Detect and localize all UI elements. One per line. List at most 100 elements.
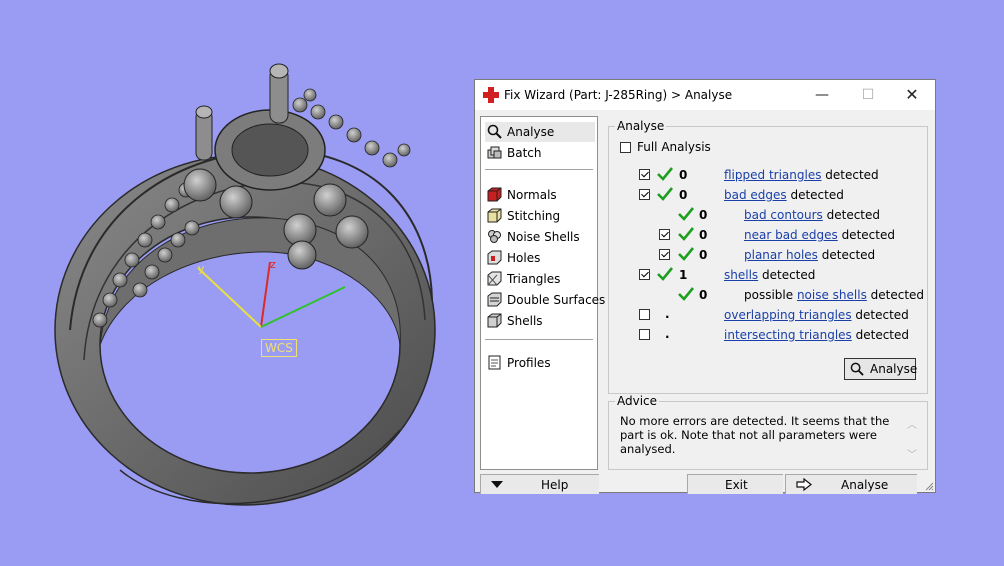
nav-item-profiles[interactable]: Profiles — [485, 353, 595, 373]
check-ok-icon — [657, 187, 673, 201]
maximize-button[interactable]: ☐ — [845, 80, 891, 110]
flipped-triangles-link[interactable]: flipped triangles — [724, 168, 821, 182]
near-bad-edges-row: near bad edges detected — [744, 228, 895, 242]
nav-item-batch[interactable]: Batch — [485, 143, 595, 163]
bad-edges-link[interactable]: bad edges — [724, 188, 787, 202]
wizard-nav: Analyse Batch Normals Stitching Noise Sh… — [480, 116, 605, 470]
minimize-button[interactable]: — — [799, 80, 845, 110]
row-prefix: possible — [744, 288, 797, 302]
nav-item-label: Triangles — [507, 272, 561, 286]
wcs-label: WCS — [261, 339, 297, 357]
bad-edges-count: 0 — [679, 188, 688, 202]
near-bad-edges-count: 0 — [699, 228, 708, 242]
bad-edges-row: bad edges detected — [724, 188, 844, 202]
help-label: Help — [541, 478, 569, 492]
bad-contours-row: bad contours detected — [744, 208, 880, 222]
near-bad-edges-checkbox[interactable] — [659, 229, 670, 240]
ring-model[interactable] — [0, 0, 470, 563]
nav-item-label: Stitching — [507, 209, 561, 223]
overlapping-triangles-checkbox[interactable] — [639, 309, 650, 320]
cube-red-icon — [487, 187, 502, 202]
near-bad-edges-link[interactable]: near bad edges — [744, 228, 838, 242]
nav-item-label: Analyse — [507, 125, 555, 139]
flipped-triangles-count: 0 — [679, 168, 688, 182]
close-button[interactable]: ✕ — [889, 80, 935, 110]
row-suffix: detected — [837, 228, 895, 242]
nav-item-stitching[interactable]: Stitching — [485, 206, 595, 226]
intersecting-triangles-checkbox[interactable] — [639, 329, 650, 340]
flipped-triangles-row: flipped triangles detected — [724, 168, 879, 182]
bad-contours-count: 0 — [699, 208, 708, 222]
double-surfaces-icon — [487, 292, 502, 307]
intersecting-triangles-link[interactable]: intersecting triangles — [724, 328, 852, 342]
advice-group: Advice No more errors are detected. It s… — [608, 394, 928, 470]
resize-grip-icon[interactable] — [924, 481, 934, 491]
analyse-group: Analyse Full Analysis 0 flipped triangle… — [608, 119, 928, 394]
nav-item-label: Batch — [507, 146, 542, 160]
nav-item-shells[interactable]: Shells — [485, 311, 595, 331]
check-ok-icon — [678, 247, 694, 261]
row-suffix: detected — [822, 208, 881, 222]
nav-divider — [485, 339, 593, 340]
advice-group-title: Advice — [615, 394, 660, 408]
full-analysis-label: Full Analysis — [637, 140, 711, 154]
check-ok-icon — [678, 227, 694, 241]
y-axis-label: y — [198, 262, 205, 275]
row-suffix: detected — [817, 248, 876, 262]
row-suffix: detected — [786, 188, 844, 202]
bad-contours-link[interactable]: bad contours — [744, 208, 823, 222]
row-suffix: detected — [851, 328, 910, 342]
holes-icon — [487, 250, 502, 265]
analyse-group-title: Analyse — [615, 119, 667, 133]
nav-item-label: Noise Shells — [507, 230, 580, 244]
planar-holes-count: 0 — [699, 248, 708, 262]
flipped-triangles-checkbox[interactable] — [639, 169, 650, 180]
red-cross-icon — [483, 87, 499, 103]
nav-item-normals[interactable]: Normals — [485, 185, 595, 205]
arrow-right-icon — [796, 478, 812, 491]
bad-edges-checkbox[interactable] — [639, 189, 650, 200]
check-ok-icon — [678, 287, 694, 301]
nav-item-holes[interactable]: Holes — [485, 248, 595, 268]
analyse-next-button[interactable]: Analyse — [785, 474, 917, 494]
overlapping-triangles-row: overlapping triangles detected — [724, 308, 909, 322]
overlapping-triangles-link[interactable]: overlapping triangles — [724, 308, 852, 322]
noise-shells-link[interactable]: noise shells — [797, 288, 867, 302]
nav-item-label: Profiles — [507, 356, 551, 370]
nav-item-label: Holes — [507, 251, 541, 265]
check-ok-icon — [678, 207, 694, 221]
nav-item-double-surfaces[interactable]: Double Surfaces — [485, 290, 605, 310]
shells-checkbox[interactable] — [639, 269, 650, 280]
shells-count: 1 — [679, 268, 688, 282]
3d-viewport[interactable]: z y WCS — [0, 0, 470, 563]
planar-holes-row: planar holes detected — [744, 248, 875, 262]
nav-item-triangles[interactable]: Triangles — [485, 269, 595, 289]
shells-link[interactable]: shells — [724, 268, 758, 282]
noise-shells-row: possible noise shells detected — [744, 288, 924, 302]
triangles-icon — [487, 271, 502, 286]
full-analysis-checkbox[interactable] — [620, 142, 631, 153]
intersecting-triangles-row: intersecting triangles detected — [724, 328, 909, 342]
analyse-run-button[interactable]: Analyse — [844, 358, 918, 380]
check-ok-icon — [657, 167, 673, 181]
advice-text: No more errors are detected. It seems th… — [620, 414, 890, 456]
help-button[interactable]: Help — [480, 474, 599, 494]
scroll-up-icon[interactable]: ︿ — [907, 416, 917, 431]
chevron-down-icon — [491, 481, 503, 488]
nav-item-label: Normals — [507, 188, 557, 202]
planar-holes-link[interactable]: planar holes — [744, 248, 818, 262]
profiles-icon — [488, 355, 501, 370]
z-axis-label: z — [270, 258, 276, 271]
shells-icon — [487, 313, 502, 328]
fix-wizard-dialog: Fix Wizard (Part: J-285Ring) > Analyse —… — [474, 79, 936, 494]
nav-item-analyse[interactable]: Analyse — [485, 122, 595, 142]
planar-holes-checkbox[interactable] — [659, 249, 670, 260]
nav-item-noise-shells[interactable]: Noise Shells — [485, 227, 595, 247]
row-suffix: detected — [758, 268, 816, 282]
exit-button[interactable]: Exit — [687, 474, 783, 494]
analyse-run-label: Analyse — [870, 362, 918, 376]
scroll-down-icon[interactable]: ﹀ — [907, 446, 917, 461]
nav-item-label: Shells — [507, 314, 543, 328]
title-bar[interactable]: Fix Wizard (Part: J-285Ring) > Analyse —… — [475, 80, 935, 110]
batch-icon — [487, 146, 502, 159]
